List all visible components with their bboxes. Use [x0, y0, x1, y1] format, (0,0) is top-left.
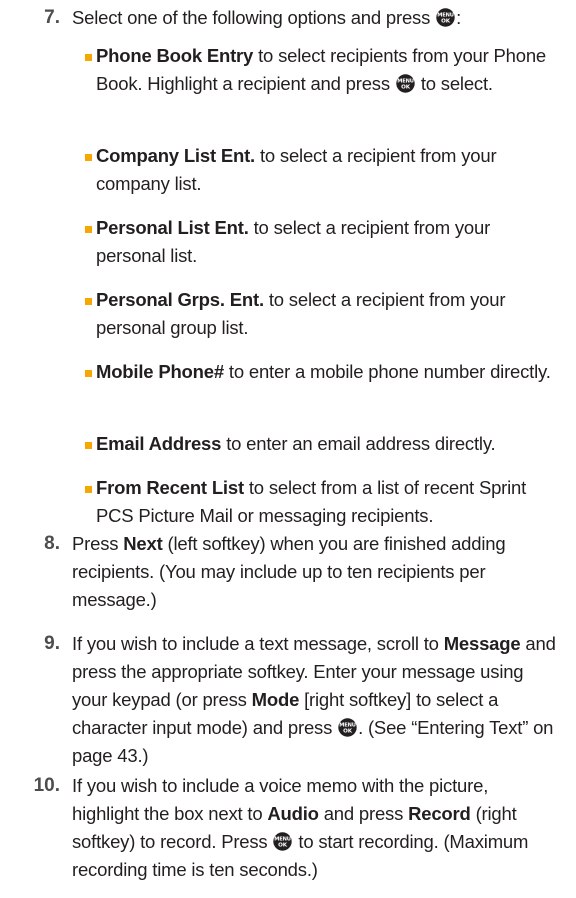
svg-text:OK: OK: [401, 85, 411, 91]
manual-page: 7. Select one of the following options a…: [0, 0, 576, 898]
bullet-marker: [85, 298, 92, 305]
menu-ok-key-icon: MENU OK: [338, 718, 357, 737]
option-text: Phone Book Entry to select recipients fr…: [96, 45, 547, 94]
svg-text:OK: OK: [441, 19, 451, 25]
bullet-marker: [85, 226, 92, 233]
bullet-marker: [85, 370, 92, 377]
step-instruction: If you wish to include a voice memo with…: [72, 775, 529, 880]
step-instruction: Select one of the following options and …: [72, 7, 462, 28]
step-number: 7.: [44, 7, 60, 28]
bullet-marker: [85, 54, 92, 61]
svg-text:MENU: MENU: [437, 12, 453, 18]
step-number: 9.: [44, 633, 60, 654]
option-text: From Recent List to select from a list o…: [96, 477, 527, 526]
step-number: 8.: [44, 533, 60, 554]
step-number: 10.: [33, 775, 60, 796]
menu-ok-key-icon: MENU OK: [273, 832, 293, 851]
step-instruction: Press Next (left softkey) when you are f…: [72, 533, 506, 610]
bullet-marker: [85, 486, 92, 493]
bullet-marker: [85, 154, 92, 161]
bullet-marker: [85, 442, 92, 449]
menu-ok-key-icon: MENU OK: [396, 74, 415, 93]
svg-text:MENU: MENU: [339, 722, 355, 728]
option-text: Email Address to enter an email address …: [96, 433, 496, 454]
svg-text:OK: OK: [343, 729, 353, 735]
menu-ok-key-icon: MENU OK: [436, 8, 455, 27]
option-text: Company List Ent. to select a recipient …: [96, 145, 497, 194]
step-instruction: If you wish to include a text message, s…: [72, 633, 556, 766]
svg-text:MENU: MENU: [275, 836, 291, 842]
svg-text:MENU: MENU: [397, 78, 413, 84]
svg-text:OK: OK: [279, 843, 289, 849]
option-text: Personal Grps. Ent. to select a recipien…: [96, 289, 506, 338]
option-text: Personal List Ent. to select a recipient…: [96, 217, 491, 266]
option-text: Mobile Phone# to enter a mobile phone nu…: [96, 361, 551, 382]
